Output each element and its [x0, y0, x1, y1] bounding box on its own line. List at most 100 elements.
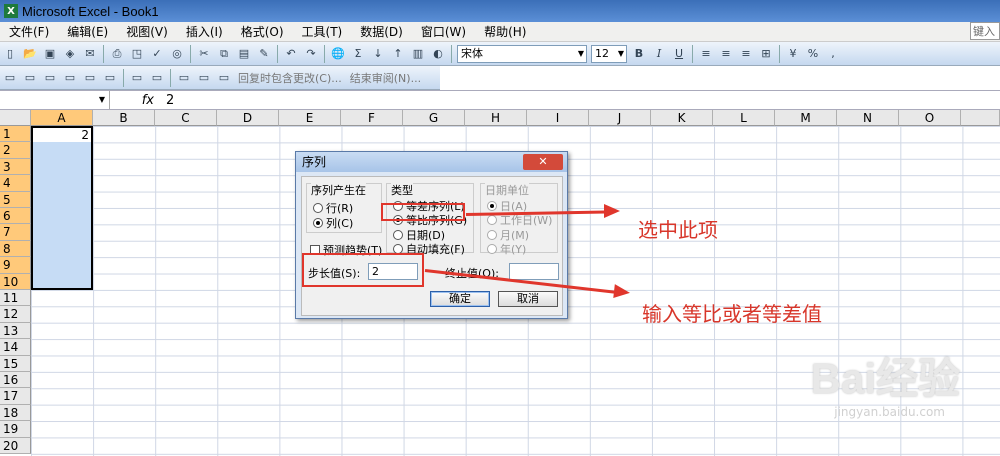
- column-header[interactable]: J: [589, 110, 651, 126]
- percent-button[interactable]: %: [805, 46, 821, 62]
- redo-icon[interactable]: ↷: [303, 46, 319, 62]
- save-icon[interactable]: ▣: [42, 46, 58, 62]
- undo-icon[interactable]: ↶: [283, 46, 299, 62]
- row-header[interactable]: 16: [0, 372, 31, 389]
- track-changes-icon[interactable]: ▭: [129, 70, 145, 86]
- name-box[interactable]: ▼: [0, 91, 110, 109]
- row-header[interactable]: 8: [0, 240, 31, 258]
- comment-icon[interactable]: ▭: [42, 70, 58, 86]
- new-icon[interactable]: ▯: [2, 46, 18, 62]
- menu-view[interactable]: 视图(V): [117, 23, 177, 40]
- send-icon[interactable]: ▭: [196, 70, 212, 86]
- paste-icon[interactable]: ▤: [236, 46, 252, 62]
- row-header[interactable]: 12: [0, 306, 31, 323]
- column-header[interactable]: K: [651, 110, 713, 126]
- autosum-icon[interactable]: Σ: [350, 46, 366, 62]
- selected-range[interactable]: [31, 126, 93, 290]
- cancel-button[interactable]: 取消: [498, 291, 558, 307]
- column-header[interactable]: B: [93, 110, 155, 126]
- menu-file[interactable]: 文件(F): [0, 23, 58, 40]
- bold-button[interactable]: B: [631, 46, 647, 62]
- row-header[interactable]: 6: [0, 208, 31, 225]
- open-icon[interactable]: 📂: [22, 46, 38, 62]
- sort-descending-icon[interactable]: ↑: [390, 46, 406, 62]
- column-header[interactable]: C: [155, 110, 217, 126]
- radio-column[interactable]: 列(C): [313, 215, 353, 231]
- align-left-icon[interactable]: ≡: [698, 46, 714, 62]
- cell-a1[interactable]: 2: [33, 128, 91, 142]
- send-icon[interactable]: ▭: [176, 70, 192, 86]
- stop-value-input[interactable]: [509, 263, 559, 280]
- column-header[interactable]: A: [31, 110, 93, 126]
- ok-button[interactable]: 确定: [430, 291, 490, 307]
- row-header[interactable]: 9: [0, 257, 31, 274]
- row-header[interactable]: 5: [0, 191, 31, 208]
- formula-input[interactable]: 2: [160, 93, 174, 108]
- menu-window[interactable]: 窗口(W): [412, 23, 475, 40]
- drawing-icon[interactable]: ◐: [430, 46, 446, 62]
- merge-center-icon[interactable]: ⊞: [758, 46, 774, 62]
- radio-year[interactable]: 年(Y): [487, 241, 526, 257]
- column-header[interactable]: E: [279, 110, 341, 126]
- dialog-title-bar[interactable]: 序列 ✕: [296, 152, 567, 172]
- row-header[interactable]: 4: [0, 175, 31, 192]
- menu-tools[interactable]: 工具(T): [293, 23, 352, 40]
- send-icon[interactable]: ▭: [216, 70, 232, 86]
- email-icon[interactable]: ✉: [82, 46, 98, 62]
- copy-icon[interactable]: ⧉: [216, 46, 232, 62]
- select-all-corner[interactable]: [0, 110, 31, 126]
- row-header[interactable]: 18: [0, 404, 31, 422]
- font-size-select[interactable]: 12 ▼: [591, 44, 627, 63]
- cut-icon[interactable]: ✂: [196, 46, 212, 62]
- menu-format[interactable]: 格式(O): [232, 23, 293, 40]
- row-header[interactable]: 11: [0, 290, 31, 307]
- print-icon[interactable]: ⎙: [109, 46, 125, 62]
- close-button[interactable]: ✕: [523, 154, 563, 170]
- row-header[interactable]: 2: [0, 142, 31, 159]
- row-header[interactable]: 15: [0, 355, 31, 372]
- sort-ascending-icon[interactable]: ↓: [370, 46, 386, 62]
- row-header[interactable]: 3: [0, 158, 31, 176]
- column-header[interactable]: F: [341, 110, 403, 126]
- row-header[interactable]: 17: [0, 388, 31, 405]
- row-header[interactable]: 14: [0, 339, 31, 356]
- column-header[interactable]: G: [403, 110, 465, 126]
- menu-data[interactable]: 数据(D): [351, 23, 412, 40]
- column-header[interactable]: M: [775, 110, 837, 126]
- column-header[interactable]: N: [837, 110, 899, 126]
- track-changes-icon[interactable]: ▭: [149, 70, 165, 86]
- column-header[interactable]: H: [465, 110, 527, 126]
- menu-insert[interactable]: 插入(I): [177, 23, 232, 40]
- print-preview-icon[interactable]: ◳: [129, 46, 145, 62]
- review-icon[interactable]: ▭: [2, 70, 18, 86]
- row-header[interactable]: 10: [0, 273, 31, 290]
- reply-with-changes-button[interactable]: 回复时包含更改(C)...: [238, 70, 342, 86]
- column-header[interactable]: L: [713, 110, 775, 126]
- column-header[interactable]: O: [899, 110, 961, 126]
- comment-icon[interactable]: ▭: [62, 70, 78, 86]
- column-header[interactable]: I: [527, 110, 589, 126]
- row-header[interactable]: 20: [0, 437, 31, 454]
- help-search-input[interactable]: 键入: [970, 22, 1000, 40]
- column-header[interactable]: [961, 110, 1000, 126]
- comment-icon[interactable]: ▭: [82, 70, 98, 86]
- comment-icon[interactable]: ▭: [102, 70, 118, 86]
- comment-icon[interactable]: ▭: [22, 70, 38, 86]
- row-header[interactable]: 13: [0, 322, 31, 340]
- chart-wizard-icon[interactable]: ▥: [410, 46, 426, 62]
- underline-button[interactable]: U: [671, 46, 687, 62]
- align-center-icon[interactable]: ≡: [718, 46, 734, 62]
- row-header[interactable]: 1: [0, 126, 31, 143]
- menu-edit[interactable]: 编辑(E): [58, 23, 117, 40]
- font-name-select[interactable]: 宋体 ▼: [457, 44, 587, 63]
- permission-icon[interactable]: ◈: [62, 46, 78, 62]
- end-review-button[interactable]: 结束审阅(N)...: [350, 70, 421, 86]
- row-header[interactable]: 19: [0, 421, 31, 438]
- italic-button[interactable]: I: [651, 46, 667, 62]
- format-painter-icon[interactable]: ✎: [256, 46, 272, 62]
- spelling-icon[interactable]: ✓: [149, 46, 165, 62]
- align-right-icon[interactable]: ≡: [738, 46, 754, 62]
- row-header[interactable]: 7: [0, 224, 31, 241]
- menu-help[interactable]: 帮助(H): [475, 23, 535, 40]
- currency-icon[interactable]: ¥: [785, 46, 801, 62]
